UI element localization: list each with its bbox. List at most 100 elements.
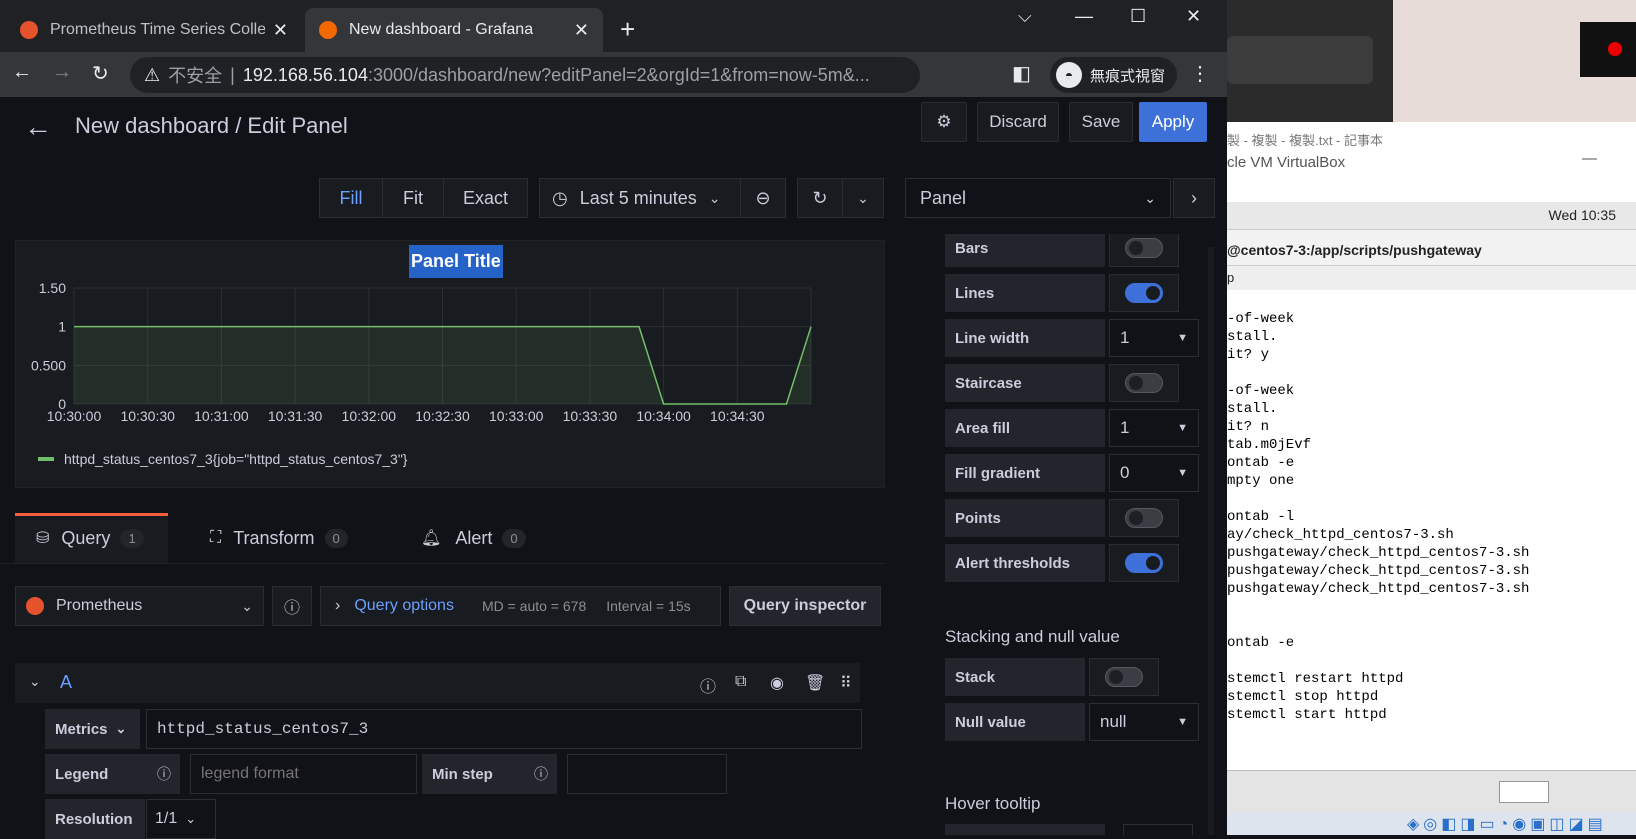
view-exact-button[interactable]: Exact [443,178,528,218]
fill-gradient-select[interactable]: 0 ▼ [1109,454,1199,492]
minstep-label-box: Min step ⓘ [422,754,557,794]
forward-icon[interactable]: → [52,61,72,84]
refresh-icon[interactable]: ↻ [797,178,843,218]
reload-icon[interactable]: ↻ [92,61,109,86]
info-icon[interactable]: ⓘ [534,764,548,784]
page-title: New dashboard / Edit Panel [75,113,348,138]
duplicate-icon[interactable]: ⧉ [735,673,746,691]
legend-format-input[interactable] [190,754,417,794]
option-label: Bars [945,234,1105,267]
discard-button[interactable]: Discard [977,102,1059,142]
line-width-select[interactable]: 1 ▼ [1109,319,1199,357]
trash-icon[interactable]: 🗑︎ [805,673,825,693]
separator: | [230,64,235,85]
tab-title: Prometheus Time Series Collect [50,21,265,38]
option-control-partial[interactable] [1123,824,1193,835]
tab-search-icon[interactable]: ⌵ [1018,6,1032,27]
time-range-picker[interactable]: ◷ Last 5 minutes ⌄ [539,178,741,218]
back-icon[interactable]: ← [12,61,32,84]
record-widget[interactable] [1580,22,1636,77]
browser-tab-grafana[interactable]: New dashboard - Grafana ✕ [305,8,603,52]
collapse-chevron-icon[interactable]: ⌄ [29,673,41,690]
refresh-interval-chevron-icon[interactable]: ⌄ [842,178,884,218]
staircase-toggle[interactable] [1109,364,1179,402]
points-toggle[interactable] [1109,499,1179,537]
browser-tab-prometheus[interactable]: Prometheus Time Series Collect ✕ [6,8,302,52]
chevron-down-icon: ⌄ [708,189,721,206]
pane-select[interactable]: Panel ⌄ [905,178,1171,218]
drag-handle-icon[interactable]: ⠿ [840,673,852,693]
help-icon[interactable]: ⓘ [272,586,312,626]
y-tick-label: 1 [58,319,66,335]
lines-toggle[interactable] [1109,274,1179,312]
minimize-icon[interactable]: — [1582,150,1597,167]
null-value-select[interactable]: null ▼ [1089,703,1199,741]
area-fill-select[interactable]: 1 ▼ [1109,409,1199,447]
stack-toggle[interactable] [1089,658,1159,696]
query-options-toggle[interactable]: › Query options MD = auto = 678 Interval… [320,586,721,626]
vbox-statusbar [1227,770,1636,812]
grafana-app: ← New dashboard / Edit Panel ⚙ Discard S… [0,97,1227,839]
caret-down-icon: ▼ [1177,716,1188,728]
incognito-badge[interactable]: ◓ 無痕式視窗 [1050,57,1178,93]
datasource-picker[interactable]: Prometheus ⌄ [15,586,264,626]
maximize-window-icon[interactable]: ☐ [1130,6,1146,27]
tab-alert[interactable]: 🔔︎ Alert 0 [421,513,526,563]
query-inspector-button[interactable]: Query inspector [729,586,881,626]
info-icon[interactable]: ⓘ [157,764,171,784]
chevron-down-icon: ⌄ [1144,189,1156,206]
x-tick-label: 10:31:00 [194,408,249,424]
query-editor: Prometheus ⌄ ⓘ › Query options MD = auto… [0,563,885,839]
x-tick-label: 10:32:00 [342,408,397,424]
select-value: 1 [1120,328,1130,347]
eye-icon[interactable]: ◉ [770,673,784,693]
save-button[interactable]: Save [1069,102,1133,142]
url-host: 192.168.56.104 [242,64,368,85]
apply-button[interactable]: Apply [1139,102,1207,142]
legend[interactable]: httpd_status_centos7_3{job="httpd_status… [38,451,408,467]
query-options-label: Query options [354,597,454,614]
pane-select-value: Panel [920,187,967,208]
resolution-select[interactable]: 1/1 ⌄ [146,799,216,839]
sidepanel-icon[interactable]: ◧ [1012,61,1031,86]
close-tab-icon[interactable]: ✕ [273,20,288,41]
options-scrollbar[interactable] [1208,247,1214,835]
minimize-window-icon[interactable]: — [1075,6,1093,27]
tab-query[interactable]: ⛁ Query 1 [36,513,144,563]
alert-thresholds-toggle[interactable] [1109,544,1179,582]
zoom-out-icon[interactable]: ⊖ [740,178,786,218]
help-icon[interactable]: ⓘ [700,673,716,697]
section-heading-hover-tooltip[interactable]: Hover tooltip [945,794,1040,814]
select-value: 0 [1120,463,1130,482]
terminal-titlebar: @centos7-3:/app/scripts/pushgateway [1227,230,1636,266]
query-row-header: ⌄ A ⓘ ⧉ ◉ 🗑︎ ⠿ [15,663,860,703]
browser-chrome: Prometheus Time Series Collect ✕ New das… [0,0,1227,97]
panel: Panel Title 0 0.500 1 1.50 10:30:00 10:30:30 1… [15,240,885,488]
browser-toolbar: ← → ↻ ⚠ 不安全 | 192.168.56.104 :3000/dashb… [0,52,1227,97]
min-step-input[interactable] [567,754,727,794]
address-bar[interactable]: ⚠ 不安全 | 192.168.56.104 :3000/dashboard/n… [130,57,920,93]
max-datapoints-info: MD = auto = 678 [481,598,587,614]
view-fill-button[interactable]: Fill [319,178,383,218]
option-label: Null value [945,703,1085,741]
x-tick-label: 10:31:30 [268,408,323,424]
query-ref-id[interactable]: A [60,672,72,693]
bars-toggle[interactable] [1109,234,1179,267]
collapse-options-icon[interactable]: › [1173,178,1215,218]
menu-kebab-icon[interactable]: ⋮ [1190,61,1210,86]
back-arrow-icon[interactable]: ← [24,111,52,143]
caret-down-icon: ▼ [1177,467,1188,479]
transform-icon: ⛶ [210,529,222,546]
metrics-dropdown[interactable]: Metrics ⌄ [45,709,140,749]
metrics-query-input[interactable]: httpd_status_centos7_3 [146,709,862,749]
close-window-icon[interactable]: ✕ [1186,6,1201,27]
view-fit-button[interactable]: Fit [382,178,444,218]
new-tab-icon[interactable]: + [620,14,635,45]
close-tab-icon[interactable]: ✕ [574,20,589,41]
vbox-tray: ◈◎◧◨▭◔◉▣◫◪▤ [1227,812,1636,835]
section-heading-stacking[interactable]: Stacking and null value [945,627,1120,647]
settings-gear-icon[interactable]: ⚙ [921,102,967,142]
legend-label-box: Legend ⓘ [45,754,180,794]
x-tick-label: 10:34:30 [710,408,765,424]
tab-transform[interactable]: ⛶ Transform 0 [210,513,348,563]
